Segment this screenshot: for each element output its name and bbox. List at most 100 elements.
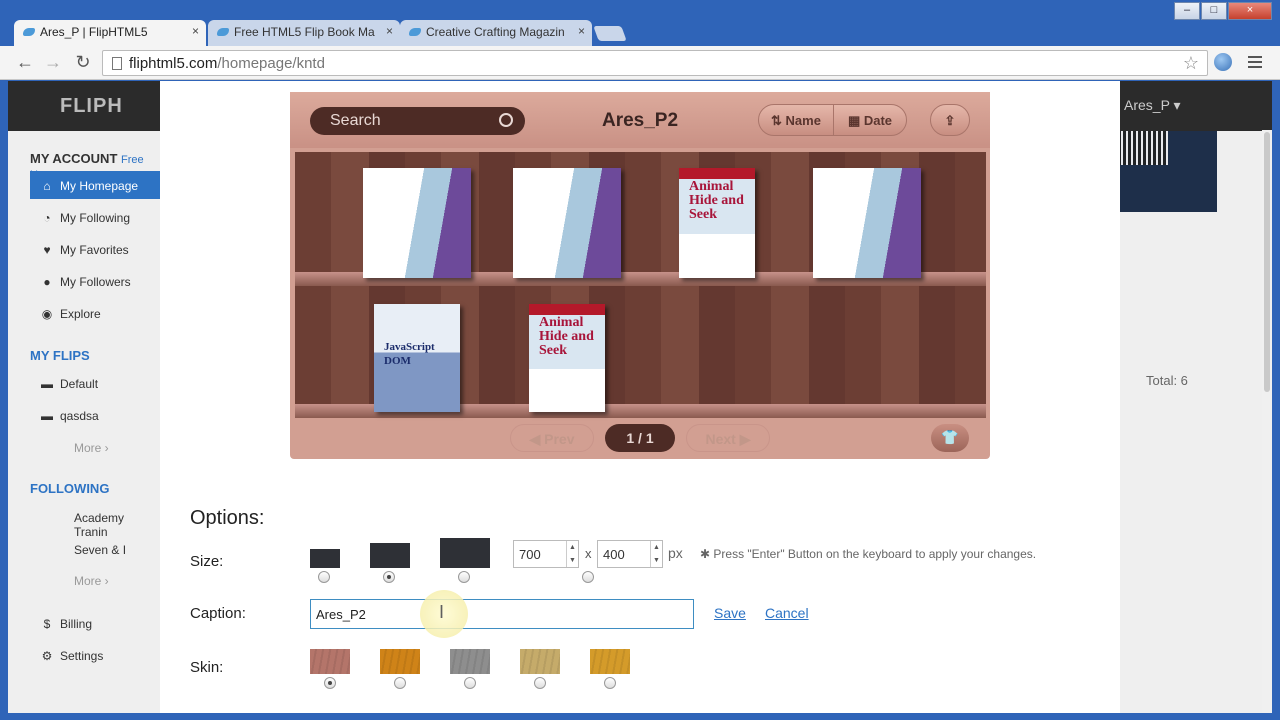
maximize-button[interactable]: □: [1201, 2, 1227, 20]
sidebar-item-my-followers[interactable]: ● My Followers: [30, 267, 160, 295]
skin-radio-5[interactable]: [604, 677, 616, 689]
sidebar-item-seven[interactable]: Seven & I: [30, 535, 160, 563]
sidebar-item-billing[interactable]: $ Billing: [30, 609, 160, 637]
home-icon: ⌂: [43, 179, 51, 193]
skin-label: Skin:: [190, 659, 224, 676]
stepper-arrows-icon[interactable]: ▲ ▼: [650, 541, 662, 567]
prev-page-button[interactable]: ◀ Prev: [510, 424, 594, 452]
skin-swatch-3[interactable]: [450, 649, 490, 674]
book-cover[interactable]: Animal Hide and Seek: [529, 304, 605, 412]
calendar-icon: ▦: [847, 113, 864, 128]
tab-free-html5[interactable]: Free HTML5 Flip Book Ma ×: [208, 20, 400, 46]
bookshelf-search-input[interactable]: Search: [310, 107, 525, 135]
bookshelf-shelves: Animal Hide and Seek JavaScript DOM Anim…: [295, 152, 986, 418]
back-icon[interactable]: ←: [14, 52, 36, 73]
site-logo[interactable]: FLIPH: [60, 95, 123, 118]
fliphtml5-favicon-icon: [409, 28, 421, 36]
size-medium-radio[interactable]: [383, 571, 395, 583]
users-icon: ●: [43, 275, 51, 289]
skin-radio-4[interactable]: [534, 677, 546, 689]
my-flips-heading: MY FLIPS: [30, 348, 90, 363]
sidebar-item-qasdsa[interactable]: ▬ qasdsa: [30, 401, 160, 429]
size-small-swatch[interactable]: [310, 549, 340, 568]
tab-close-icon[interactable]: ×: [192, 24, 199, 38]
book-cover[interactable]: [363, 168, 471, 278]
next-page-button[interactable]: Next ▶: [686, 424, 770, 452]
fliphtml5-favicon-icon: [23, 28, 35, 36]
tab-close-icon[interactable]: ×: [578, 24, 585, 38]
skin-swatch-2[interactable]: [380, 649, 420, 674]
sort-by-date-button[interactable]: ▦ Date: [833, 104, 907, 136]
skin-radio-2[interactable]: [394, 677, 406, 689]
sort-icon: ⇅: [771, 113, 786, 128]
tab-creative-crafting[interactable]: Creative Crafting Magazin ×: [400, 20, 592, 46]
right-panel: [1120, 131, 1272, 713]
eye-icon: ◉: [41, 307, 53, 321]
book-title: Animal Hide and Seek: [689, 179, 744, 222]
reload-icon[interactable]: ↻: [72, 52, 94, 73]
new-tab-button[interactable]: [593, 26, 627, 41]
book-title: Animal Hide and Seek: [539, 315, 594, 358]
extension-globe-icon[interactable]: [1214, 53, 1232, 71]
size-separator: x: [585, 546, 592, 561]
sidebar-item-my-favorites[interactable]: ♥ My Favorites: [30, 235, 160, 263]
sidebar-item-default[interactable]: ▬ Default: [30, 369, 160, 397]
skin-radio-1[interactable]: [324, 677, 336, 689]
bookshelf-pagination: ◀ Prev 1 / 1 Next ▶ 👕: [290, 418, 990, 459]
fliphtml5-favicon-icon: [217, 28, 229, 36]
bookmark-star-icon[interactable]: ☆: [1183, 53, 1199, 74]
sidebar-item-my-following[interactable]: ◔ My Following: [30, 203, 160, 231]
tab-title: Creative Crafting Magazin: [426, 25, 565, 39]
bookshelf-title: Ares_P2: [601, 110, 679, 131]
user-menu[interactable]: Ares_P ▾: [1124, 97, 1181, 114]
chrome-menu-icon[interactable]: [1248, 56, 1262, 71]
mouse-cursor-highlight: I: [420, 590, 468, 638]
sidebar-item-settings[interactable]: ⚙ Settings: [30, 641, 160, 669]
width-stepper[interactable]: 700 ▲ ▼: [513, 540, 579, 568]
forward-icon[interactable]: →: [42, 52, 64, 73]
text-cursor-icon: I: [439, 602, 445, 622]
folder-icon: ▬: [41, 377, 53, 391]
size-label: Size:: [190, 553, 224, 570]
size-large-radio[interactable]: [458, 571, 470, 583]
skin-radio-3[interactable]: [464, 677, 476, 689]
skin-swatch-4[interactable]: [520, 649, 560, 674]
search-icon[interactable]: [499, 113, 513, 127]
address-bar[interactable]: fliphtml5.com/homepage/kntd ☆: [102, 50, 1208, 76]
scrollbar-thumb[interactable]: [1264, 132, 1270, 392]
caption-input[interactable]: Ares_P2: [310, 599, 694, 629]
sidebar-item-my-homepage[interactable]: ⌂ My Homepage: [30, 171, 160, 199]
tshirt-icon[interactable]: 👕: [931, 424, 969, 452]
size-custom-radio[interactable]: [582, 571, 594, 583]
save-link[interactable]: Save: [714, 605, 746, 621]
caption-label: Caption:: [190, 605, 246, 622]
folder-icon: ▬: [41, 409, 53, 423]
skin-swatch-5[interactable]: [590, 649, 630, 674]
tab-ares-p[interactable]: Ares_P | FlipHTML5 ×: [14, 20, 206, 46]
tab-close-icon[interactable]: ×: [386, 24, 393, 38]
bookshelf-preview: Search Ares_P2 ⇅ Name ▦ Date ⇪ Animal Hi…: [290, 92, 990, 459]
cancel-link[interactable]: Cancel: [765, 605, 809, 621]
book-cover[interactable]: [513, 168, 621, 278]
skin-swatch-1[interactable]: [310, 649, 350, 674]
sidebar-item-academy[interactable]: Academy Tranin: [30, 503, 160, 539]
sidebar-item-explore[interactable]: ◉ Explore: [30, 299, 160, 327]
share-icon[interactable]: ⇪: [930, 104, 970, 136]
size-large-swatch[interactable]: [440, 538, 490, 568]
book-cover[interactable]: [813, 168, 921, 278]
window-close-button[interactable]: ×: [1228, 2, 1272, 20]
size-medium-swatch[interactable]: [370, 543, 410, 568]
minimize-button[interactable]: –: [1174, 2, 1200, 20]
stepper-arrows-icon[interactable]: ▲ ▼: [566, 541, 578, 567]
height-stepper[interactable]: 400 ▲ ▼: [597, 540, 663, 568]
qr-code: [1118, 131, 1168, 165]
url-text: fliphtml5.com/homepage/kntd: [129, 55, 325, 72]
size-small-radio[interactable]: [318, 571, 330, 583]
tab-title: Ares_P | FlipHTML5: [40, 25, 148, 39]
book-cover[interactable]: JavaScript DOM: [374, 304, 460, 412]
sort-by-name-button[interactable]: ⇅ Name: [758, 104, 834, 136]
sidebar: MY ACCOUNT Free Us ⌂My Homepage ◔My Foll…: [8, 131, 160, 713]
book-title: JavaScript DOM: [384, 341, 435, 367]
dollar-icon: $: [43, 617, 51, 631]
book-cover[interactable]: Animal Hide and Seek: [679, 168, 755, 278]
